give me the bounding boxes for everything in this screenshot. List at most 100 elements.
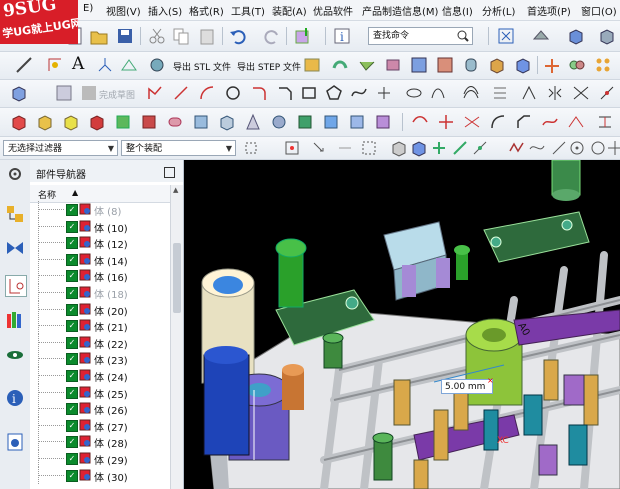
intersection-curve-icon[interactable] — [572, 84, 590, 102]
surface-icon[interactable] — [358, 56, 376, 74]
quick-pick-icon[interactable] — [310, 139, 328, 157]
close-icon[interactable]: × — [487, 376, 494, 385]
menu-window[interactable]: 窗口(O) — [581, 3, 617, 18]
array-icon[interactable] — [594, 56, 612, 74]
visibility-checkbox[interactable]: ✓ — [66, 336, 78, 349]
tree-row[interactable]: ✓ 体 (22) — [30, 333, 168, 351]
navigator-scrollbar[interactable]: ▲ — [170, 185, 183, 489]
shell-icon[interactable] — [218, 113, 236, 131]
tree-row[interactable]: ✓ 体 (16) — [30, 267, 168, 285]
offset-3d-icon[interactable] — [596, 113, 614, 131]
body-filter-icon[interactable] — [390, 139, 408, 157]
circle-icon[interactable] — [224, 84, 242, 102]
search-icon[interactable] — [457, 30, 469, 42]
conic-icon[interactable] — [429, 84, 447, 102]
menu-view[interactable]: 视图(V) — [106, 3, 141, 18]
orient-view-icon[interactable] — [532, 27, 550, 45]
assembly-navigator-icon[interactable] — [5, 204, 25, 224]
visibility-checkbox[interactable]: ✓ — [66, 270, 78, 283]
visibility-checkbox[interactable]: ✓ — [66, 386, 78, 399]
visibility-checkbox[interactable]: ✓ — [66, 419, 78, 432]
edge-blend-icon[interactable] — [411, 113, 429, 131]
redo-icon[interactable] — [263, 27, 281, 45]
visibility-checkbox[interactable]: ✓ — [66, 453, 78, 465]
open-folder-icon[interactable] — [90, 27, 108, 45]
visibility-checkbox[interactable]: ✓ — [66, 303, 78, 316]
select-region-icon[interactable] — [360, 139, 378, 157]
snap-point-icon[interactable] — [283, 139, 301, 157]
extrude-icon[interactable] — [10, 113, 28, 131]
snap-center-icon[interactable] — [568, 139, 586, 157]
polygon-icon[interactable] — [325, 84, 343, 102]
visibility-checkbox[interactable]: ✓ — [66, 353, 78, 366]
pmi-icon[interactable] — [148, 56, 166, 74]
show-hide-icon[interactable] — [336, 139, 354, 157]
tree-row[interactable]: ✓ 体 (25) — [30, 383, 168, 401]
assembly-scope-dropdown[interactable]: 整个装配 ▼ — [121, 140, 236, 156]
tree-row[interactable]: ✓ 体 (29) — [30, 450, 168, 467]
menu-preferences[interactable]: 首选项(P) — [527, 3, 571, 18]
visibility-checkbox[interactable]: ✓ — [66, 320, 78, 333]
snap-quadrant-icon[interactable] — [550, 139, 568, 157]
visibility-checkbox[interactable]: ✓ — [66, 469, 78, 482]
tree-row[interactable]: ✓ 体 (27) — [30, 416, 168, 434]
paste-icon[interactable] — [198, 27, 216, 45]
maximize-icon[interactable] — [164, 167, 175, 178]
arc-icon[interactable] — [198, 84, 216, 102]
snap-midpoint-icon[interactable] — [471, 139, 489, 157]
part-icon[interactable] — [10, 84, 28, 102]
pad-icon[interactable] — [140, 113, 158, 131]
web-browser-icon[interactable]: i — [5, 388, 25, 408]
constraint-icon[interactable] — [568, 56, 586, 74]
cut-icon[interactable] — [148, 27, 166, 45]
cube-icon[interactable] — [488, 56, 506, 74]
copy-icon[interactable] — [172, 27, 190, 45]
visibility-checkbox[interactable]: ✓ — [66, 287, 78, 299]
slot-icon[interactable] — [166, 113, 184, 131]
mesh-icon[interactable] — [436, 56, 454, 74]
menu-analysis[interactable]: 分析(L) — [482, 3, 515, 18]
finish-sketch-icon[interactable] — [55, 84, 73, 102]
measure-icon[interactable] — [120, 56, 138, 74]
divide-curve-icon[interactable] — [567, 113, 585, 131]
tree-row[interactable]: ✓ 体 (21) — [30, 317, 168, 335]
constraint-navigator-icon[interactable] — [5, 238, 25, 258]
wrap-icon[interactable] — [331, 56, 349, 74]
join-curve-icon[interactable] — [541, 113, 559, 131]
snap-curve-icon[interactable] — [508, 139, 526, 157]
visibility-checkbox[interactable]: ✓ — [66, 253, 78, 266]
block-icon[interactable] — [514, 56, 532, 74]
dimension-input[interactable]: 5.00 mm — [441, 379, 493, 394]
chamfer-icon[interactable] — [276, 84, 294, 102]
tree-row[interactable]: ✓ 体 (8) — [30, 201, 168, 218]
fillet-icon[interactable] — [250, 84, 268, 102]
menu-assembly[interactable]: 装配(A) — [272, 3, 307, 18]
tree-row[interactable]: ✓ 体 (20) — [30, 300, 168, 318]
information-icon[interactable]: i — [333, 27, 351, 45]
menu-pmi[interactable]: 产品制造信息(M) — [362, 3, 438, 18]
settings-gear-icon[interactable] — [5, 164, 25, 184]
shaded-edges-icon[interactable] — [598, 27, 616, 45]
move-component-icon[interactable] — [543, 56, 561, 74]
menu-insert[interactable]: 插入(S) — [148, 3, 182, 18]
rectangle-icon[interactable] — [300, 84, 318, 102]
snap-endpoint-icon[interactable] — [430, 139, 448, 157]
visibility-checkbox[interactable]: ✓ — [66, 220, 78, 233]
ellipse-icon[interactable] — [405, 84, 423, 102]
mirror-curve-icon[interactable] — [546, 84, 564, 102]
export-stl-button[interactable]: 导出 STL 文件 — [173, 60, 231, 73]
render-style-icon[interactable] — [567, 27, 585, 45]
sphere-icon[interactable] — [270, 113, 288, 131]
export-step-button[interactable]: 导出 STEP 文件 — [237, 60, 301, 73]
system-materials-icon[interactable] — [5, 432, 25, 452]
fit-view-icon[interactable] — [497, 27, 515, 45]
part-navigator-icon[interactable] — [5, 275, 27, 297]
sort-ascending-icon[interactable]: ▲ — [72, 188, 78, 197]
visibility-checkbox[interactable]: ✓ — [66, 204, 78, 216]
tree-row[interactable]: ✓ 体 (26) — [30, 400, 168, 418]
trim-body-icon[interactable] — [374, 113, 392, 131]
reuse-library-icon[interactable] — [5, 310, 25, 330]
visibility-checkbox[interactable]: ✓ — [66, 370, 78, 382]
profile-icon[interactable] — [146, 84, 164, 102]
snap-tangent-icon[interactable] — [528, 139, 546, 157]
